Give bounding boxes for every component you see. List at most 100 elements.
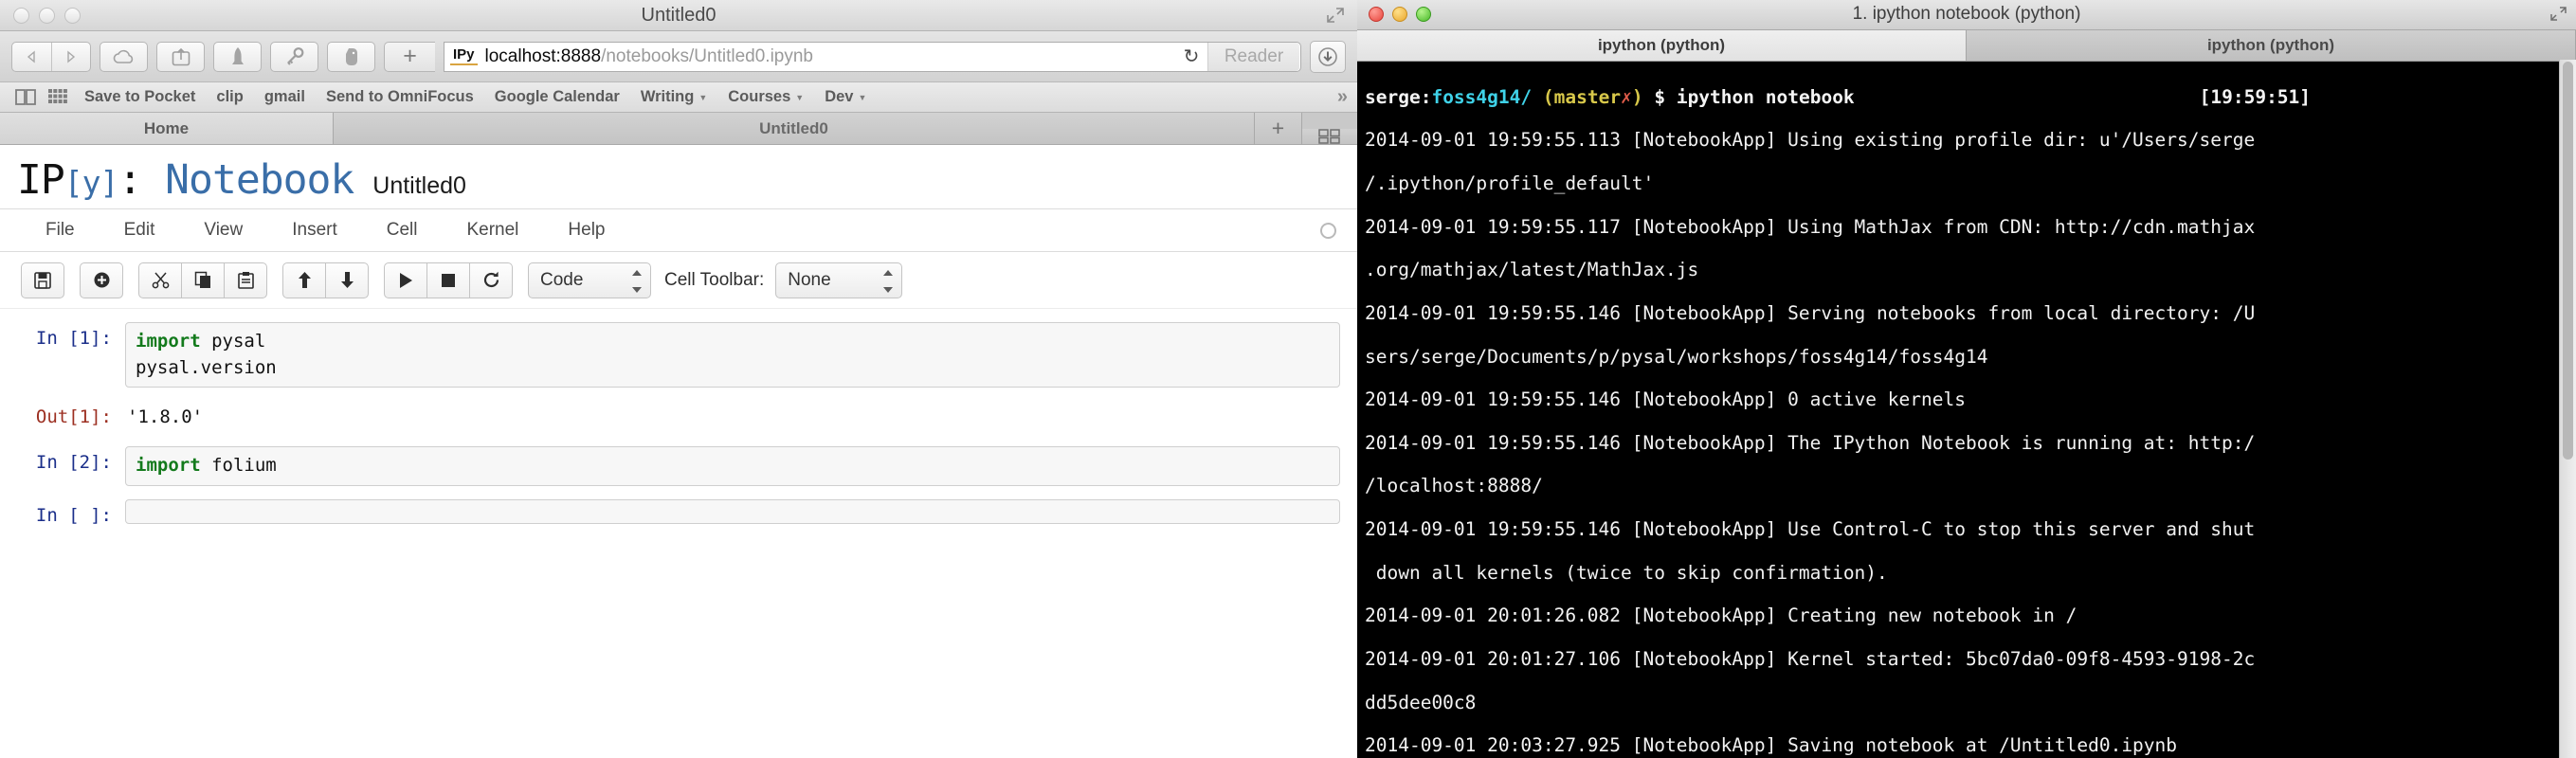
safari-titlebar: Untitled0 [0, 0, 1357, 31]
terminal-window: 1. ipython notebook (python) ipython (py… [1357, 0, 2576, 758]
cell-editor[interactable] [125, 498, 1340, 524]
terminal-log-line: dd5dee00c8 [1365, 691, 1477, 713]
tab-new-button[interactable]: + [1255, 113, 1302, 144]
cell-prompt: In [ ]: [35, 504, 112, 526]
bookmark-save-to-pocket[interactable]: Save to Pocket [74, 88, 206, 106]
terminal-log-line: 2014-09-01 19:59:55.117 [NotebookApp] Us… [1365, 215, 2256, 238]
bookmark-label: Writing [640, 88, 695, 105]
icloud-icon[interactable] [100, 41, 148, 72]
bookmarks-bar: Save to Pocket clip gmail Send to OmniFo… [0, 82, 1357, 113]
bookmark-google-calendar[interactable]: Google Calendar [484, 88, 630, 106]
menu-cell[interactable]: Cell [362, 220, 443, 241]
terminal-log-line: .org/mathjax/latest/MathJax.js [1365, 259, 1699, 281]
chevron-updown-icon [629, 269, 644, 293]
terminal-tab-bar: ipython (python) ipython (python) [1357, 30, 2576, 62]
evernote-elephant-icon[interactable] [327, 41, 375, 72]
prompt-path: foss4g14/ [1431, 85, 1533, 108]
new-tab-button[interactable]: + [384, 41, 435, 72]
toolbar-group-move [282, 262, 369, 298]
grid-icon[interactable] [42, 89, 74, 105]
play-icon[interactable] [384, 262, 427, 298]
menu-kernel[interactable]: Kernel [442, 220, 543, 241]
site-badge: IPy [450, 47, 478, 65]
arrow-up-icon[interactable] [282, 262, 326, 298]
insert-cell-below-icon[interactable] [80, 262, 123, 298]
cell-editor[interactable]: import pysal pysal.version [125, 322, 1340, 388]
tab-untitled0[interactable]: Untitled0 [334, 113, 1255, 144]
bookmarks-overflow-icon[interactable]: » [1330, 86, 1348, 108]
menu-help[interactable]: Help [543, 220, 629, 241]
bookmark-label: Dev [825, 88, 854, 105]
url-text[interactable]: localhost:8888/notebooks/Untitled0.ipynb [478, 46, 1175, 67]
nav-buttons[interactable] [11, 41, 91, 72]
bookmark-folder-dev[interactable]: Dev ▼ [814, 88, 877, 106]
menu-view[interactable]: View [179, 220, 267, 241]
download-icon[interactable] [1310, 40, 1346, 73]
bookmark-folder-courses[interactable]: Courses ▼ [717, 88, 814, 106]
terminal-log-line: 2014-09-01 19:59:55.113 [NotebookApp] Us… [1365, 129, 2256, 152]
bookmark-send-to-omnifocus[interactable]: Send to OmniFocus [316, 88, 484, 106]
code-cell: In [ ]: [0, 498, 1357, 526]
bookmark-clip[interactable]: clip [206, 88, 253, 106]
chevron-down-icon: ▼ [698, 92, 708, 102]
notebook-toolbar: Code Cell Toolbar: None [0, 252, 1357, 309]
prompt-branch: master [1553, 85, 1622, 108]
terminal-tab-2[interactable]: ipython (python) [1967, 30, 2576, 61]
notebook-name[interactable]: Untitled0 [372, 172, 466, 200]
stop-square-icon[interactable] [426, 262, 470, 298]
ipython-logo[interactable]: IP[y]: Notebook [17, 160, 354, 201]
bookmark-label: Courses [728, 88, 791, 105]
paste-icon[interactable] [224, 262, 267, 298]
cell-editor[interactable]: import folium [125, 446, 1340, 486]
reload-icon[interactable]: ↻ [1175, 45, 1207, 68]
address-bar[interactable]: IPy localhost:8888/notebooks/Untitled0.i… [444, 41, 1301, 72]
forward-arrow-icon[interactable] [50, 42, 91, 71]
code-keyword: import [136, 331, 201, 352]
key-icon[interactable] [270, 41, 318, 72]
menu-insert[interactable]: Insert [267, 220, 362, 241]
reader-button[interactable]: Reader [1207, 42, 1299, 71]
bookmark-folder-writing[interactable]: Writing ▼ [630, 88, 717, 106]
logo-ip: IP [17, 156, 65, 204]
terminal-log-line: 2014-09-01 19:59:55.146 [NotebookApp] Se… [1365, 301, 2256, 324]
share-icon[interactable] [156, 41, 205, 72]
fullscreen-icon[interactable] [2550, 7, 2567, 26]
tab-overview-icon[interactable] [1302, 129, 1357, 144]
book-icon[interactable] [9, 89, 42, 105]
window-title: Untitled0 [641, 5, 717, 26]
terminal-log-line: 2014-09-01 20:03:27.925 [NotebookApp] Sa… [1365, 734, 2178, 757]
terminal-output[interactable]: serge:foss4g14/ (master✗) $ ipython note… [1357, 62, 2576, 758]
bookmark-label: clip [216, 88, 244, 105]
arrow-down-icon[interactable] [325, 262, 369, 298]
terminal-tab-1[interactable]: ipython (python) [1357, 30, 1967, 61]
terminal-titlebar: 1. ipython notebook (python) [1357, 0, 2576, 30]
output-row: Out[1]: '1.8.0' [0, 401, 1357, 433]
safari-window: Untitled0 + IPy localhost:8888/notebooks… [0, 0, 1357, 758]
back-arrow-icon[interactable] [12, 43, 51, 71]
copy-icon[interactable] [181, 262, 225, 298]
menu-edit[interactable]: Edit [100, 220, 180, 241]
menu-file[interactable]: File [21, 220, 100, 241]
bookmark-label: gmail [263, 88, 305, 105]
bookmark-gmail[interactable]: gmail [254, 88, 316, 106]
restart-circular-arrow-icon[interactable] [469, 262, 513, 298]
scissors-icon[interactable] [138, 262, 182, 298]
bookmark-label: Google Calendar [494, 88, 620, 105]
fullscreen-icon[interactable] [1327, 8, 1344, 23]
terminal-prompt-line: serge:foss4g14/ (master✗) $ ipython note… [1365, 85, 2570, 109]
terminal-scrollbar[interactable] [2559, 60, 2576, 758]
chevron-down-icon: ▼ [795, 92, 805, 102]
save-floppy-icon[interactable] [21, 262, 64, 298]
ipython-notebook-page: IP[y]: Notebook Untitled0 File Edit View… [0, 145, 1357, 736]
cell-toolbar-select[interactable]: None [775, 262, 903, 298]
tab-home[interactable]: Home [0, 113, 334, 144]
safari-toolbar: + IPy localhost:8888/notebooks/Untitled0… [0, 31, 1357, 82]
terminal-log-line: 2014-09-01 20:01:27.106 [NotebookApp] Ke… [1365, 647, 2256, 670]
terminal-scrollbar-thumb[interactable] [2563, 62, 2573, 460]
logo-bracket-y: [y] [63, 164, 119, 201]
cell-type-select[interactable]: Code [528, 262, 651, 298]
terminal-log-line: /localhost:8888/ [1365, 475, 1543, 497]
pocket-rocket-icon[interactable] [213, 41, 262, 72]
prompt-timestamp-spacer [1855, 86, 2200, 108]
code-cell: In [2]: import folium [0, 446, 1357, 486]
